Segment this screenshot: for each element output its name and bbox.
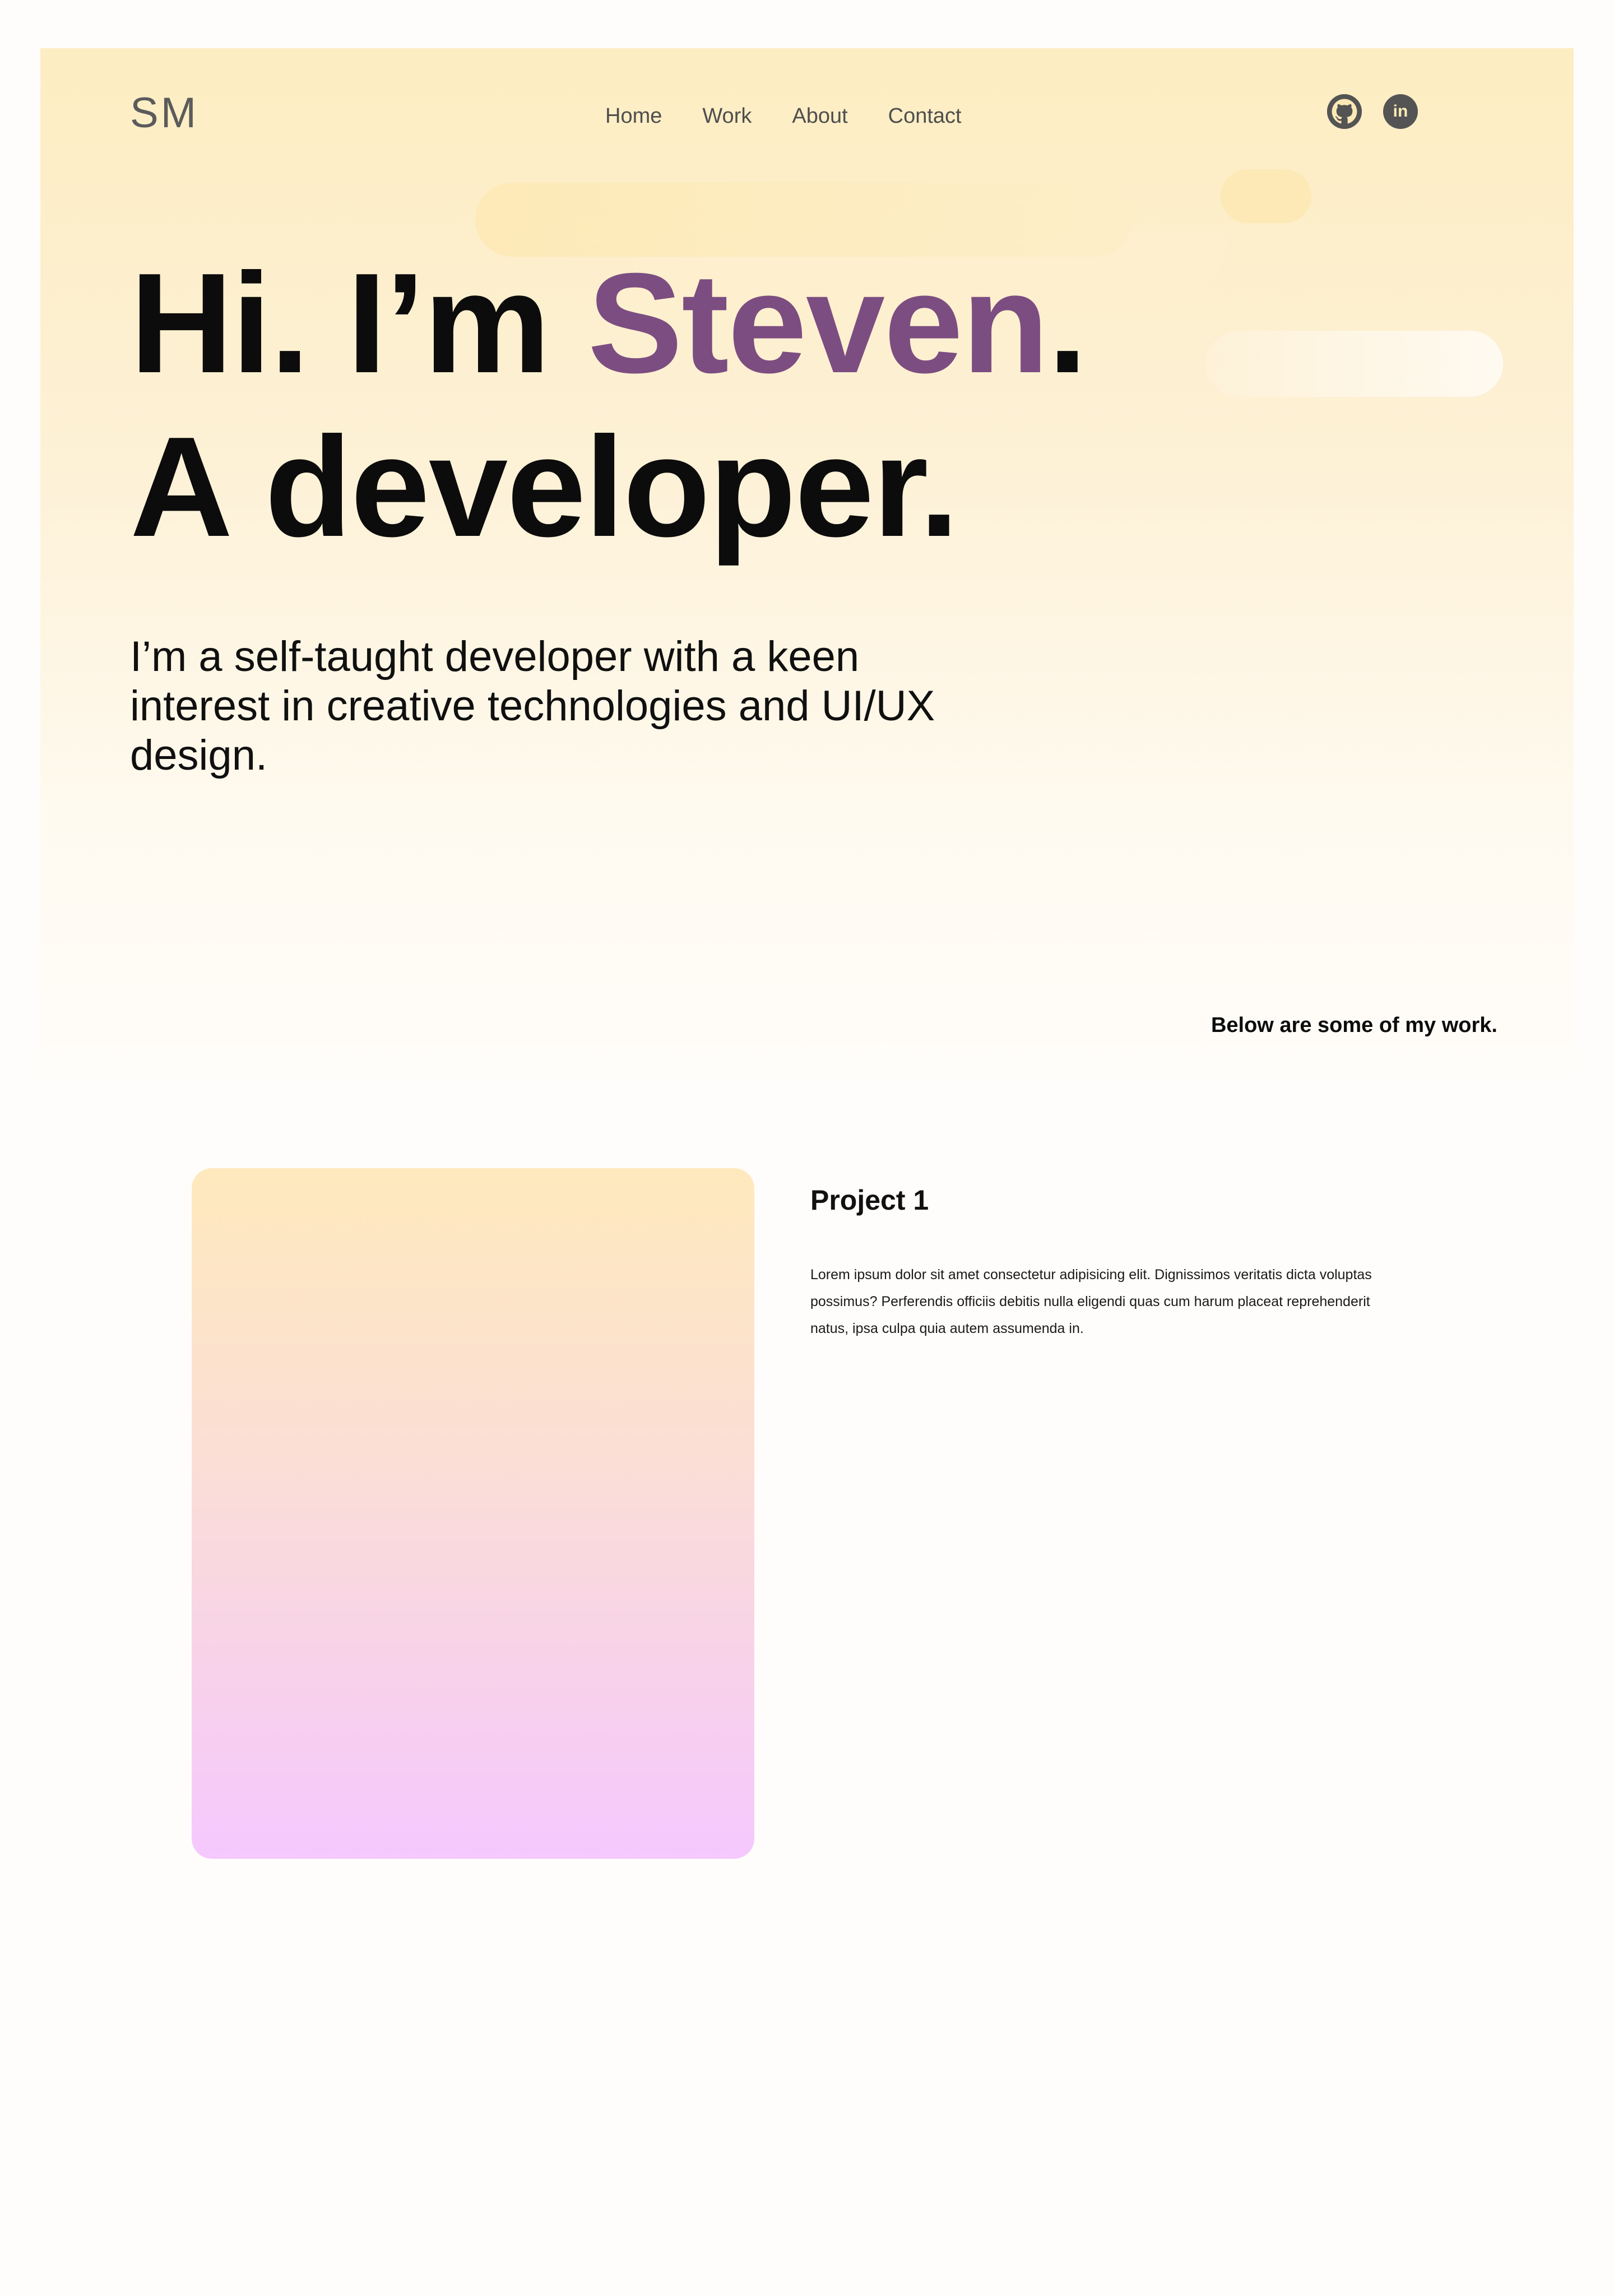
github-icon[interactable] [1327, 94, 1362, 129]
linkedin-icon[interactable]: in [1383, 94, 1418, 129]
nav-link-home[interactable]: Home [605, 104, 662, 128]
project-description: Lorem ipsum dolor sit amet consectetur a… [810, 1267, 1372, 1336]
work-note: Below are some of my work. [1210, 1013, 1497, 1037]
greeting-text: Hi. I’m [130, 243, 588, 402]
nav-link-work[interactable]: Work [702, 104, 752, 128]
name-highlight: Steven [587, 243, 1049, 402]
intro-text: I’m a self-taught developer with a keen … [130, 633, 935, 779]
nav-link-contact[interactable]: Contact [888, 104, 962, 128]
greeting-period: . [1047, 243, 1088, 402]
project-thumbnail[interactable] [192, 1168, 754, 1859]
decorative-blob [1206, 331, 1503, 397]
project-title: Project 1 [810, 1184, 929, 1216]
social-links: in [1327, 94, 1418, 129]
main-nav: Home Work About Contact [605, 104, 962, 128]
nav-link-about[interactable]: About [792, 104, 847, 128]
role-text: A developer. [130, 407, 959, 566]
site-logo[interactable]: SM [130, 89, 198, 137]
decorative-blob [1221, 169, 1311, 223]
hero-headline: Hi. I’m Steven. A developer. [130, 241, 1088, 568]
